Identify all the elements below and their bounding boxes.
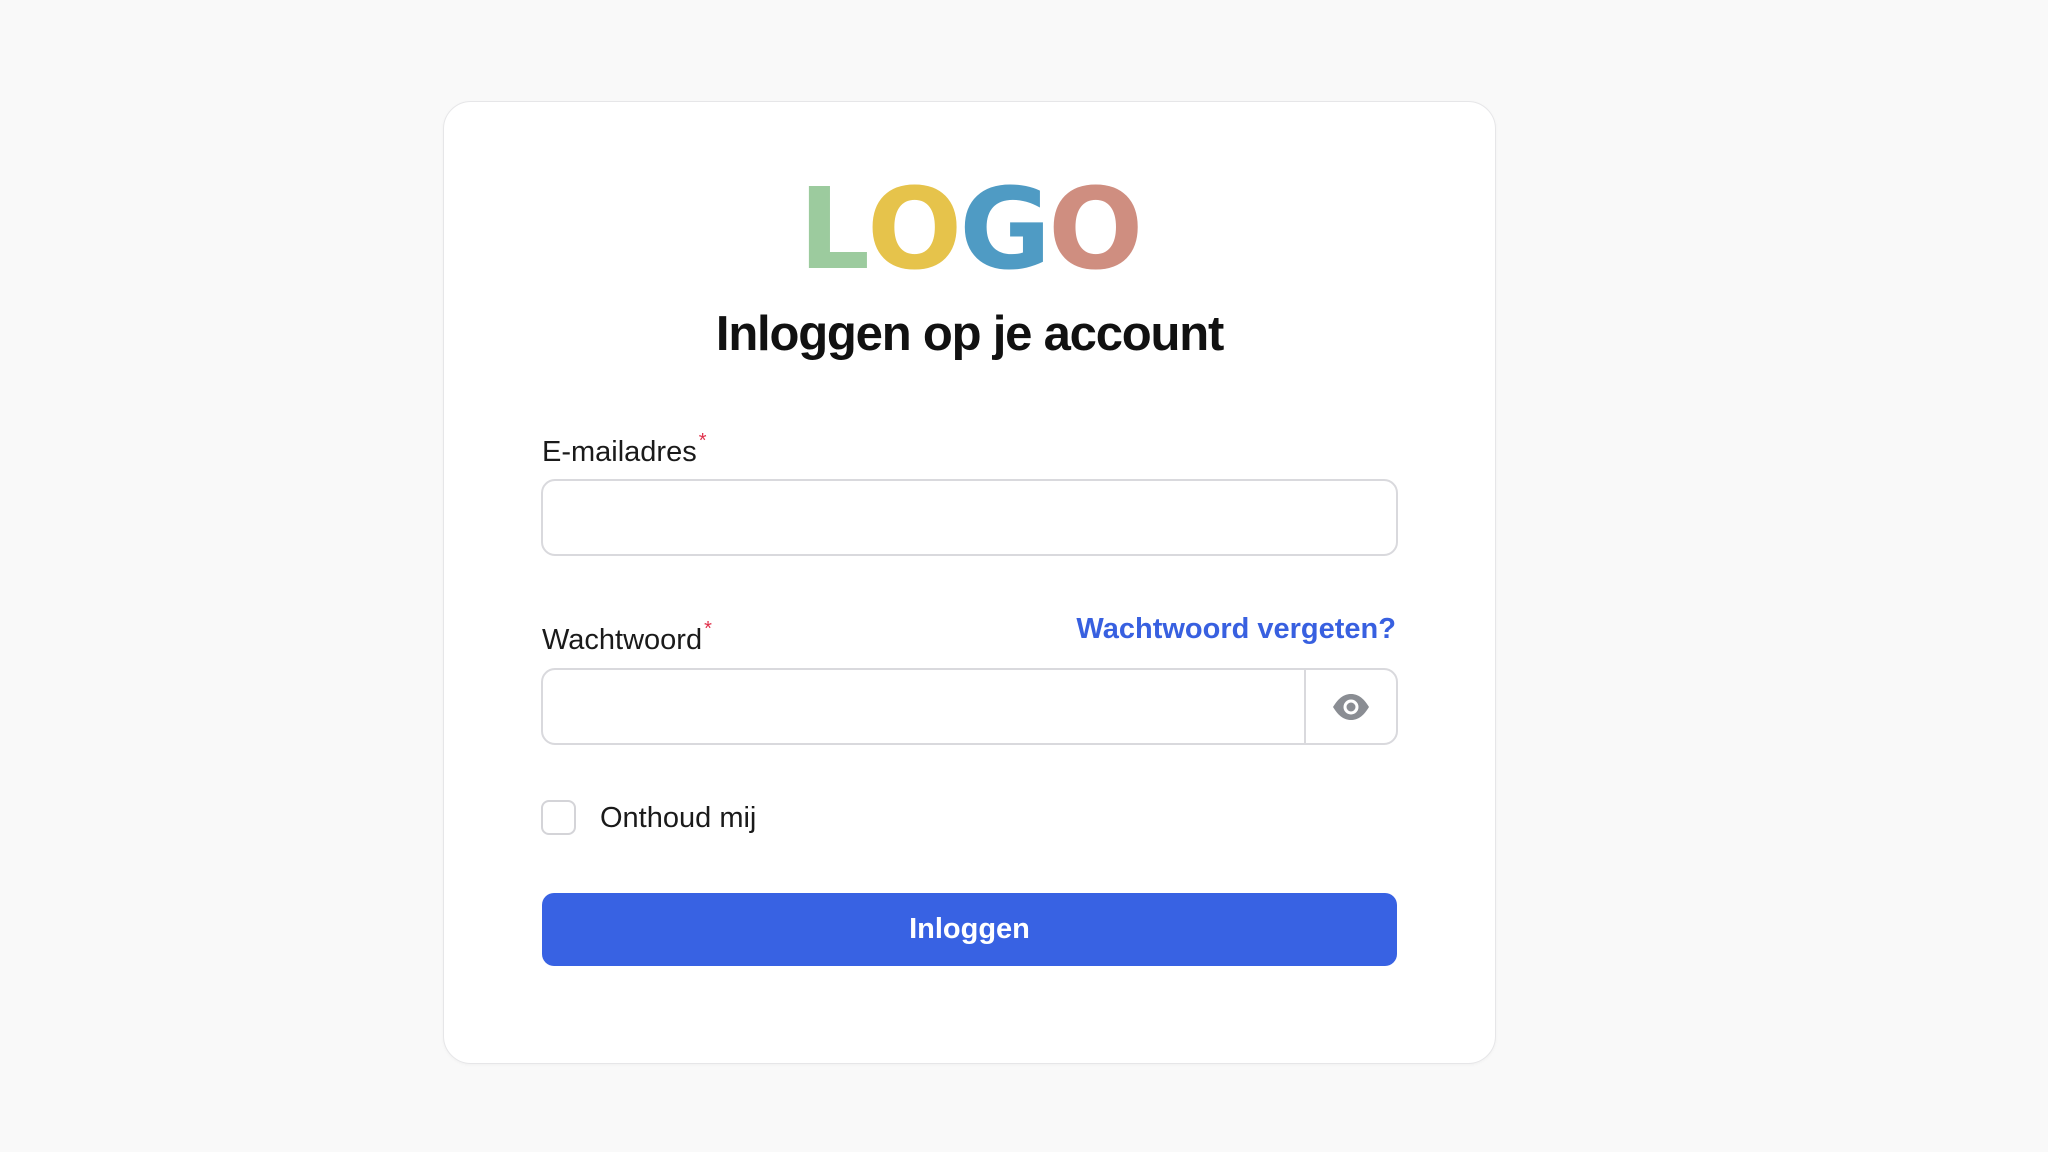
logo: LOGO [443, 170, 1496, 290]
password-label-text: Wachtwoord [542, 624, 703, 656]
logo-letter-o-2: O [1048, 165, 1143, 295]
eye-icon [1333, 693, 1369, 720]
password-required-mark: * [704, 618, 712, 640]
logo-letter-g: G [959, 165, 1051, 295]
email-label: E-mailadres * [542, 423, 707, 470]
forgot-password-link[interactable]: Wachtwoord vergeten? [1076, 611, 1396, 647]
password-input[interactable] [543, 670, 1305, 743]
email-label-text: E-mailadres [542, 436, 697, 468]
email-input[interactable] [541, 479, 1398, 556]
show-password-button[interactable] [1304, 670, 1396, 743]
login-button[interactable]: Inloggen [542, 893, 1397, 966]
logo-letter-o: O [867, 165, 962, 295]
remember-me-checkbox[interactable] [541, 800, 576, 835]
remember-me-label[interactable]: Onthoud mij [600, 800, 756, 836]
page-title: Inloggen op je account [715, 307, 1224, 361]
email-required-mark: * [698, 430, 707, 452]
logo-letter-l: L [798, 165, 870, 295]
password-field [541, 668, 1398, 745]
password-label: Wachtwoord * [542, 611, 712, 658]
